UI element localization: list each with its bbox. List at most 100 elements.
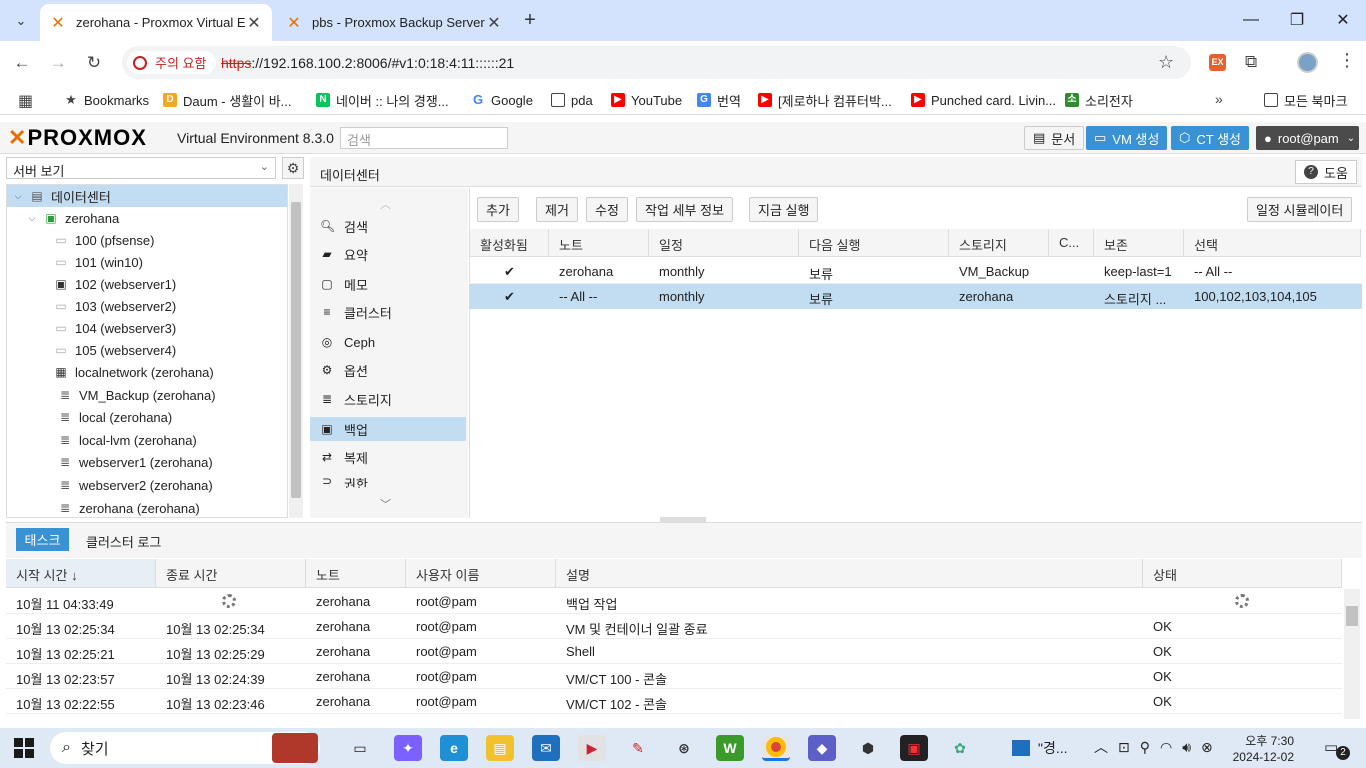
tree-item-vm[interactable]: ▭ 103 (webserver2) [7,295,287,317]
extension-icon[interactable]: EX [1209,54,1226,71]
menu-item-summary[interactable]: ▰ 요약 [310,242,466,266]
menu-item-storage[interactable]: ≣ 스토리지 [310,387,466,411]
clock[interactable]: 오후 7:30 2024-12-02 [1232,733,1294,765]
column-storage[interactable]: 스토리지 [949,229,1049,257]
more-bookmarks-icon[interactable]: » [1215,91,1223,107]
profile-avatar[interactable] [1297,52,1318,73]
system-tray-icons[interactable]: ︿⊡⚲◠🔊︎⊗ [1094,737,1223,757]
bookmark-bookmarks[interactable]: ★ Bookmarks [64,90,149,110]
gear-icon[interactable]: ⚙ [282,157,304,179]
tab-list-button[interactable]: ⌄ [8,9,34,33]
column-start-time[interactable]: 시작 시간 ↓ [6,559,156,588]
virtualbox-icon[interactable]: ⬢ [854,735,882,761]
view-selector[interactable]: 서버 보기 ⌄ [6,157,276,179]
tree-item-vm[interactable]: ▭ 100 (pfsense) [7,229,287,251]
back-icon[interactable]: ← [8,50,36,76]
job-detail-button[interactable]: 작업 세부 정보 [636,197,733,222]
menu-item-notes[interactable]: ▢ 메모 [310,272,466,296]
menu-item-backup[interactable]: ▣ 백업 [310,417,466,441]
menu-item-permissions[interactable]: ⊃ 권한 [310,474,466,488]
tab-tasks[interactable]: 태스크 [16,528,69,551]
tree-item-storage[interactable]: ≣ webserver2 (zerohana) [7,474,287,496]
user-menu-button[interactable]: ● root@pam ⌄ [1256,126,1359,150]
url-text[interactable]: https://192.168.100.2:8006/#v1:0:18:4:11… [221,55,514,71]
docs-button[interactable]: ▤ 문서 [1024,126,1085,150]
run-now-button[interactable]: 지금 실행 [749,197,819,222]
w-app-icon[interactable]: W [716,735,744,761]
column-status[interactable]: 상태 [1143,559,1342,588]
bookmark-naver[interactable]: N 네이버 :: 나의 경쟁... [316,90,449,110]
menu-item-replication[interactable]: ⇄ 복제 [310,445,466,469]
column-retention[interactable]: 보존 [1094,229,1184,257]
add-button[interactable]: 추가 [477,197,519,222]
bookmark-zerohana[interactable]: ▶ [제로하나 컴퓨터박... [758,90,892,110]
tree-item-network[interactable]: ▦ localnetwork (zerohana) [7,361,287,383]
tab-cluster-log[interactable]: 클러스터 로그 [86,532,161,551]
tree-item-vm[interactable]: ▭ 104 (webserver3) [7,317,287,339]
apps-grid-icon[interactable]: ▦ [18,91,33,111]
tree-item-datacenter[interactable]: ⌵ ▤ 데이터센터 [7,185,287,207]
security-warning-chip[interactable]: 주의 요함 [127,51,217,74]
notification-icon[interactable]: ▭ 2 [1324,738,1350,760]
scroll-up-icon[interactable]: ︿ [380,196,391,212]
menu-item-ceph[interactable]: ◎ Ceph [310,330,466,354]
tree-item-storage[interactable]: ≣ webserver1 (zerohana) [7,451,287,473]
create-ct-button[interactable]: ⬡ CT 생성 [1171,126,1249,150]
mail-icon[interactable]: ✉ [532,735,560,761]
tree-item-storage[interactable]: ≣ local (zerohana) [7,406,287,428]
schedule-simulator-button[interactable]: 일정 시뮬레이터 [1247,197,1353,222]
file-explorer-icon[interactable]: ▤ [486,735,514,761]
create-vm-button[interactable]: ▭ VM 생성 [1086,126,1168,150]
bookmark-pda[interactable]: pda [551,90,593,110]
column-next-run[interactable]: 다음 실행 [799,229,949,257]
column-node[interactable]: 노트 [549,229,649,257]
tree-item-storage[interactable]: ≣ zerohana (zerohana) [7,497,287,517]
scroll-down-icon[interactable]: ﹀ [380,496,391,512]
menu-item-options[interactable]: ⚙ 옵션 [310,358,466,382]
mercedes-app-icon[interactable]: ⊛ [670,735,698,761]
edge-icon[interactable]: e [440,735,468,761]
menu-item-cluster[interactable]: ≡ 클러스터 [310,300,466,324]
help-button[interactable]: ? 도움 [1295,160,1357,184]
tree-scrollbar-thumb[interactable] [291,202,301,498]
chrome-icon[interactable] [762,735,790,761]
tree-item-vm[interactable]: ▣ 102 (webserver1) [7,273,287,295]
column-node[interactable]: 노트 [306,559,406,588]
pve-search-input[interactable]: 검색 [340,127,508,149]
close-window-button[interactable]: ✕ [1320,0,1366,40]
close-tab-icon[interactable]: ✕ [246,13,262,33]
column-enabled[interactable]: 활성화됨 [470,229,549,257]
bookmark-translate[interactable]: G 번역 [697,90,741,110]
restore-button[interactable]: ❐ [1274,0,1320,40]
bookmark-punched-card[interactable]: ▶ Punched card. Livin... [911,90,1056,110]
bookmark-google[interactable]: G Google [471,90,533,110]
pin-app-icon[interactable]: ✎ [624,735,652,761]
column-description[interactable]: 설명 [556,559,1143,588]
terminal-app-icon[interactable]: ▣ [900,735,928,761]
minimize-button[interactable]: — [1228,0,1274,40]
tree-item-vm[interactable]: ▭ 101 (win10) [7,251,287,273]
puzzle-icon[interactable]: ⧉ [1245,52,1257,72]
column-schedule[interactable]: 일정 [649,229,799,257]
windows-start-icon[interactable] [14,738,34,758]
tab-pbs[interactable]: ✕ pbs - Proxmox Backup Server ✕ [276,4,512,41]
column-user[interactable]: 사용자 이름 [406,559,556,588]
column-comment[interactable]: C... [1049,229,1094,257]
reload-icon[interactable]: ↻ [80,50,108,76]
edit-button[interactable]: 수정 [586,197,628,222]
tree-item-storage[interactable]: ≣ local-lvm (zerohana) [7,429,287,451]
paint-icon[interactable]: ✿ [946,735,974,761]
bookmark-daum[interactable]: D Daum - 생활이 바... [163,90,292,110]
menu-dots-icon[interactable]: ⋮ [1338,50,1356,71]
pinned-window[interactable]: "경... [1012,738,1068,758]
media-player-icon[interactable]: ▶ [578,735,606,761]
bookmark-sori[interactable]: 소 소리전자 [1065,90,1133,110]
copilot-icon[interactable]: ✦ [394,735,422,761]
app-icon[interactable]: ◆ [808,735,836,761]
bookmark-star-icon[interactable]: ☆ [1158,52,1174,73]
column-end-time[interactable]: 종료 시간 [156,559,306,588]
close-tab-icon[interactable]: ✕ [486,13,502,33]
tree-item-vm[interactable]: ▭ 105 (webserver4) [7,339,287,361]
bookmark-youtube[interactable]: ▶ YouTube [611,90,682,110]
tree-item-node[interactable]: ⌵ ▣ zerohana [7,207,287,229]
